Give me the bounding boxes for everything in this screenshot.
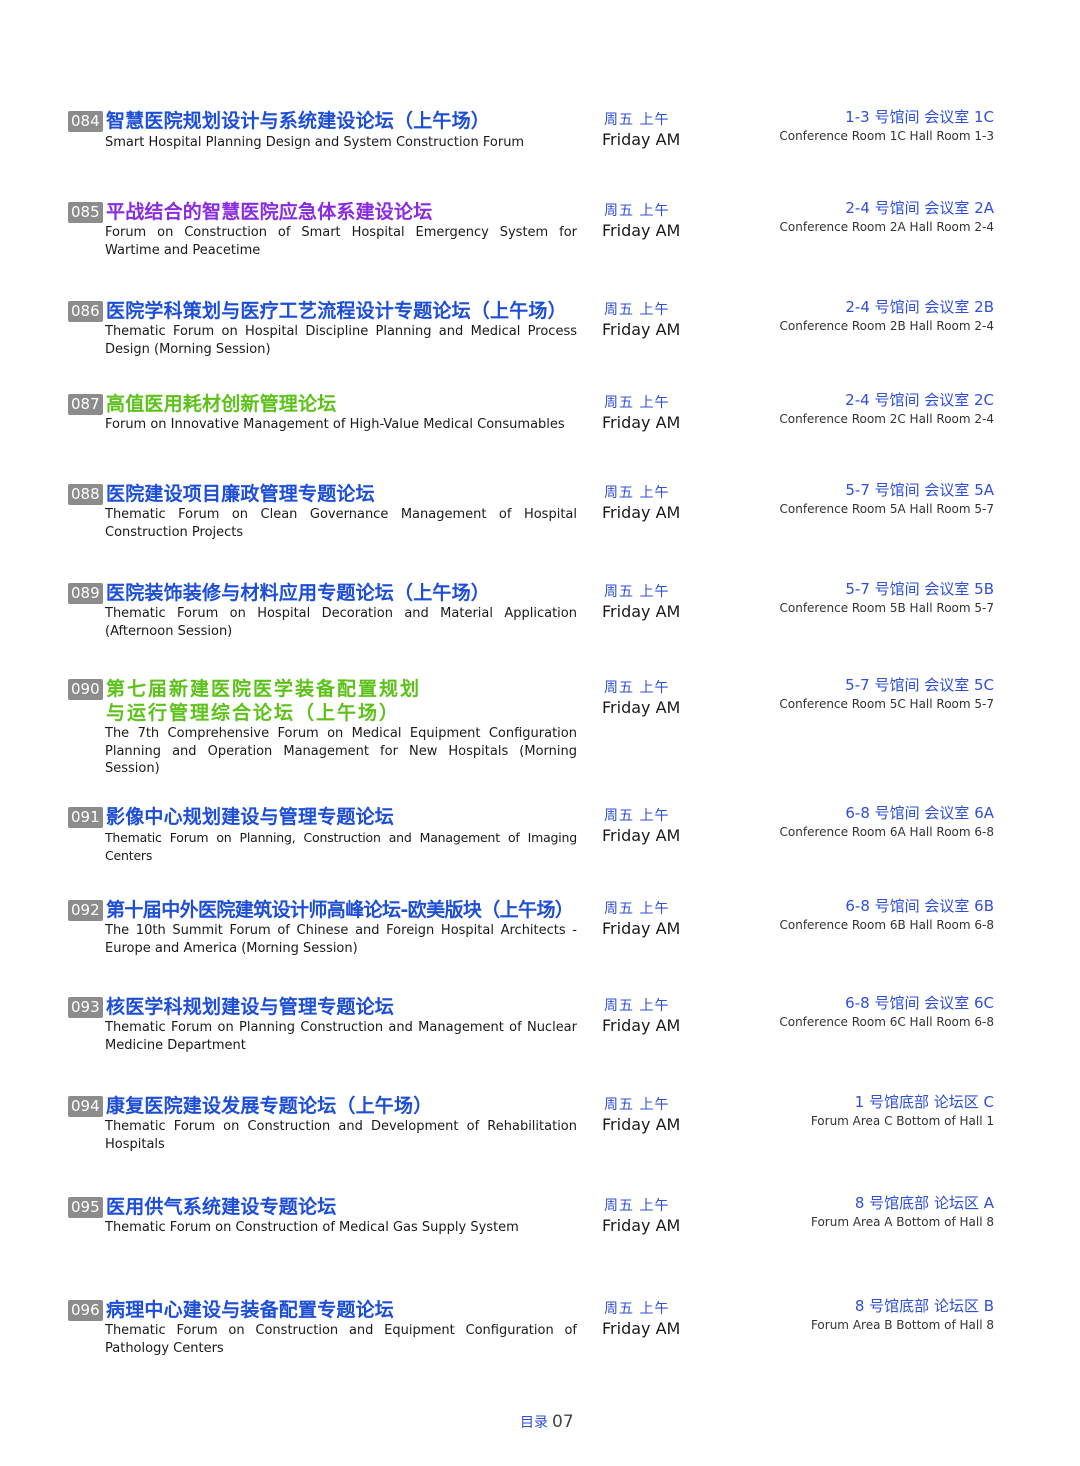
forum-number-badge: 096: [68, 1300, 103, 1321]
venue-zh: 6-8 号馆间 会议室 6C: [845, 994, 994, 1012]
forum-title-en: Thematic Forum on Planning Construction …: [105, 1020, 577, 1053]
forum-number-badge: 091: [68, 807, 103, 828]
venue-zh: 5-7 号馆间 会议室 5A: [845, 481, 994, 499]
forum-number-badge: 084: [68, 111, 103, 132]
session-day-en: Friday AM: [602, 1319, 681, 1338]
forum-number-badge: 094: [68, 1096, 103, 1117]
forum-title-en: Thematic Forum on Construction and Equip…: [105, 1323, 577, 1356]
forum-title-zh: 影像中心规划建设与管理专题论坛: [106, 806, 395, 828]
session-day-en: Friday AM: [602, 1016, 681, 1035]
venue-zh: 2-4 号馆间 会议室 2A: [845, 199, 994, 217]
page-number: 07: [552, 1412, 574, 1432]
forum-title-zh: 第十届中外医院建筑设计师高峰论坛-欧美版块（上午场）: [106, 899, 574, 921]
venue-zh: 1-3 号馆间 会议室 1C: [845, 108, 994, 126]
forum-title-en: Thematic Forum on Construction of Medica…: [105, 1220, 519, 1235]
venue-en: Conference Room 5C Hall Room 5-7: [779, 697, 994, 711]
venue-en: Conference Room 2C Hall Room 2-4: [779, 412, 994, 426]
session-day-zh: 周五 上午: [604, 1301, 670, 1317]
session-day-zh: 周五 上午: [604, 112, 670, 128]
forum-number-badge: 087: [68, 394, 103, 415]
venue-en: Conference Room 5A Hall Room 5-7: [779, 502, 994, 516]
forum-title-en: Thematic Forum on Hospital Discipline Pl…: [105, 324, 577, 357]
session-day-en: Friday AM: [602, 413, 681, 432]
forum-title-zh: 医院学科策划与医疗工艺流程设计专题论坛（上午场）: [106, 300, 567, 322]
session-day-en: Friday AM: [602, 1115, 681, 1134]
venue-zh: 1 号馆底部 论坛区 C: [854, 1093, 994, 1111]
session-day-zh: 周五 上午: [604, 395, 670, 411]
venue-en: Conference Room 2A Hall Room 2-4: [779, 220, 994, 234]
session-day-zh: 周五 上午: [604, 808, 670, 824]
forum-number-badge: 089: [68, 583, 103, 604]
forum-title-en: Thematic Forum on Planning, Construction…: [105, 830, 577, 863]
venue-en: Conference Room 6C Hall Room 6-8: [779, 1015, 994, 1029]
session-day-en: Friday AM: [602, 698, 681, 717]
session-day-en: Friday AM: [602, 130, 681, 149]
venue-en: Conference Room 2B Hall Room 2-4: [779, 319, 995, 333]
forum-title-en: The 7th Comprehensive Forum on Medical E…: [105, 726, 577, 776]
session-day-en: Friday AM: [602, 221, 681, 240]
forum-title-zh-line2: 与运行管理综合论坛（上午场）: [106, 702, 401, 724]
session-day-zh: 周五 上午: [604, 680, 670, 696]
forum-number-badge: 093: [68, 997, 103, 1018]
forum-title-en: Thematic Forum on Clean Governance Manag…: [105, 507, 577, 540]
forum-title-zh: 智慧医院规划设计与系统建设论坛（上午场）: [106, 110, 491, 132]
forum-title-zh: 医用供气系统建设专题论坛: [106, 1196, 337, 1218]
forum-title-en: Forum on Construction of Smart Hospital …: [105, 225, 577, 258]
venue-en: Conference Room 6B Hall Room 6-8: [779, 918, 995, 932]
program-page: 084 智慧医院规划设计与系统建设论坛（上午场） Smart Hospital …: [0, 0, 1080, 1466]
venue-zh: 2-4 号馆间 会议室 2B: [845, 298, 994, 316]
forum-title-en: Forum on Innovative Management of High-V…: [105, 417, 565, 432]
forum-title-en: Thematic Forum on Hospital Decoration an…: [105, 606, 577, 639]
forum-title-zh: 高值医用耗材创新管理论坛: [106, 393, 337, 415]
forum-title-zh: 第七届新建医院医学装备配置规划: [106, 678, 422, 700]
session-day-zh: 周五 上午: [604, 584, 670, 600]
forum-title-en: The 10th Summit Forum of Chinese and For…: [105, 923, 577, 956]
forum-number-badge: 095: [68, 1197, 103, 1218]
forum-title-en: Thematic Forum on Construction and Devel…: [105, 1119, 577, 1152]
session-day-zh: 周五 上午: [604, 485, 670, 501]
forum-number-badge: 088: [68, 484, 103, 505]
session-day-zh: 周五 上午: [604, 998, 670, 1014]
venue-zh: 6-8 号馆间 会议室 6B: [845, 897, 994, 915]
venue-zh: 6-8 号馆间 会议室 6A: [845, 804, 994, 822]
session-day-zh: 周五 上午: [604, 1198, 670, 1214]
venue-en: Forum Area B Bottom of Hall 8: [810, 1318, 994, 1332]
forum-title-zh: 平战结合的智慧医院应急体系建设论坛: [106, 201, 433, 223]
venue-zh: 5-7 号馆间 会议室 5B: [845, 580, 994, 598]
session-day-en: Friday AM: [602, 602, 681, 621]
session-day-en: Friday AM: [602, 826, 681, 845]
venue-en: Conference Room 6A Hall Room 6-8: [779, 825, 994, 839]
session-day-zh: 周五 上午: [604, 302, 670, 318]
forum-title-zh: 康复医院建设发展专题论坛（上午场）: [106, 1095, 433, 1117]
session-day-en: Friday AM: [602, 320, 681, 339]
venue-en: Conference Room 5B Hall Room 5-7: [779, 601, 995, 615]
venue-en: Forum Area A Bottom of Hall 8: [810, 1215, 994, 1229]
venue-en: Conference Room 1C Hall Room 1-3: [779, 129, 994, 143]
session-day-en: Friday AM: [602, 503, 681, 522]
session-day-zh: 周五 上午: [604, 203, 670, 219]
forum-title-zh: 核医学科规划建设与管理专题论坛: [106, 996, 395, 1018]
venue-en: Forum Area C Bottom of Hall 1: [810, 1114, 994, 1128]
session-day-zh: 周五 上午: [604, 901, 670, 917]
forum-number-badge: 085: [68, 202, 103, 223]
venue-zh: 8 号馆底部 论坛区 A: [854, 1194, 994, 1212]
session-day-zh: 周五 上午: [604, 1097, 670, 1113]
venue-zh: 5-7 号馆间 会议室 5C: [845, 676, 994, 694]
forum-title-zh: 医院装饰装修与材料应用专题论坛（上午场）: [106, 582, 491, 604]
forum-title-zh: 医院建设项目廉政管理专题论坛: [106, 483, 375, 505]
contents-link[interactable]: 目录: [520, 1415, 548, 1431]
page-footer: 目录 07: [520, 1411, 574, 1434]
forum-number-badge: 092: [68, 900, 103, 921]
session-day-en: Friday AM: [602, 1216, 681, 1235]
forum-number-badge: 090: [68, 679, 103, 700]
forum-number-badge: 086: [68, 301, 103, 322]
session-day-en: Friday AM: [602, 919, 681, 938]
forum-title-en: Smart Hospital Planning Design and Syste…: [105, 135, 525, 150]
venue-zh: 8 号馆底部 论坛区 B: [854, 1297, 994, 1315]
forum-title-zh: 病理中心建设与装备配置专题论坛: [106, 1299, 395, 1321]
venue-zh: 2-4 号馆间 会议室 2C: [845, 391, 994, 409]
